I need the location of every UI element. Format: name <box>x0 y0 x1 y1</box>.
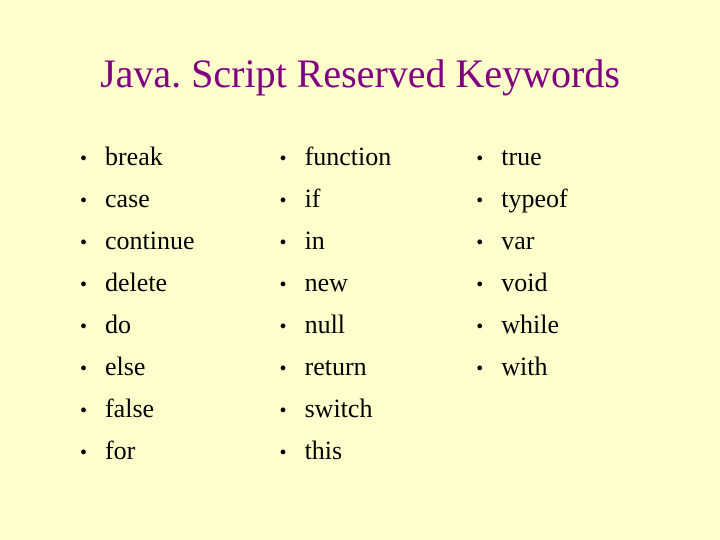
list-item: • do <box>80 310 195 340</box>
list-item: • else <box>80 352 195 382</box>
list-item: • if <box>280 184 392 214</box>
keyword-label: break <box>105 142 163 172</box>
bullet-icon: • <box>280 274 287 297</box>
keyword-label: function <box>305 142 392 172</box>
list-item: • true <box>476 142 567 172</box>
bullet-icon: • <box>280 232 287 255</box>
keyword-label: for <box>105 436 135 466</box>
bullet-icon: • <box>280 442 287 465</box>
bullet-icon: • <box>476 274 483 297</box>
bullet-icon: • <box>280 190 287 213</box>
keyword-label: void <box>501 268 547 298</box>
list-item: • delete <box>80 268 195 298</box>
keyword-columns: • break • case • continue • delete • do … <box>50 142 670 478</box>
bullet-icon: • <box>80 190 87 213</box>
bullet-icon: • <box>80 232 87 255</box>
keyword-label: in <box>305 226 325 256</box>
bullet-icon: • <box>476 232 483 255</box>
list-item: • null <box>280 310 392 340</box>
bullet-icon: • <box>80 316 87 339</box>
list-item: • while <box>476 310 567 340</box>
keyword-label: with <box>501 352 547 382</box>
list-item: • typeof <box>476 184 567 214</box>
bullet-icon: • <box>476 148 483 171</box>
list-item: • switch <box>280 394 392 424</box>
keyword-label: while <box>501 310 559 340</box>
bullet-icon: • <box>80 274 87 297</box>
keyword-label: case <box>105 184 150 214</box>
list-item: • with <box>476 352 567 382</box>
keyword-label: if <box>305 184 321 214</box>
keyword-label: null <box>305 310 345 340</box>
list-item: • case <box>80 184 195 214</box>
list-item: • var <box>476 226 567 256</box>
keyword-label: switch <box>305 394 373 424</box>
list-item: • function <box>280 142 392 172</box>
list-item: • new <box>280 268 392 298</box>
page-title: Java. Script Reserved Keywords <box>50 50 670 97</box>
keyword-label: else <box>105 352 145 382</box>
list-item: • in <box>280 226 392 256</box>
bullet-icon: • <box>80 148 87 171</box>
list-item: • for <box>80 436 195 466</box>
keyword-label: typeof <box>501 184 567 214</box>
keyword-label: continue <box>105 226 195 256</box>
bullet-icon: • <box>476 358 483 381</box>
bullet-icon: • <box>280 148 287 171</box>
keyword-label: delete <box>105 268 167 298</box>
list-item: • this <box>280 436 392 466</box>
keyword-label: var <box>501 226 534 256</box>
column-2: • function • if • in • new • null • retu… <box>280 142 392 478</box>
list-item: • false <box>80 394 195 424</box>
keyword-label: this <box>305 436 343 466</box>
list-item: • void <box>476 268 567 298</box>
keyword-label: false <box>105 394 154 424</box>
bullet-icon: • <box>280 400 287 423</box>
column-1: • break • case • continue • delete • do … <box>80 142 195 478</box>
bullet-icon: • <box>476 316 483 339</box>
column-3: • true • typeof • var • void • while • w… <box>476 142 567 478</box>
list-item: • continue <box>80 226 195 256</box>
keyword-label: return <box>305 352 367 382</box>
bullet-icon: • <box>80 442 87 465</box>
bullet-icon: • <box>280 358 287 381</box>
list-item: • break <box>80 142 195 172</box>
keyword-label: do <box>105 310 131 340</box>
bullet-icon: • <box>80 400 87 423</box>
bullet-icon: • <box>476 190 483 213</box>
bullet-icon: • <box>80 358 87 381</box>
bullet-icon: • <box>280 316 287 339</box>
list-item: • return <box>280 352 392 382</box>
keyword-label: true <box>501 142 541 172</box>
keyword-label: new <box>305 268 348 298</box>
